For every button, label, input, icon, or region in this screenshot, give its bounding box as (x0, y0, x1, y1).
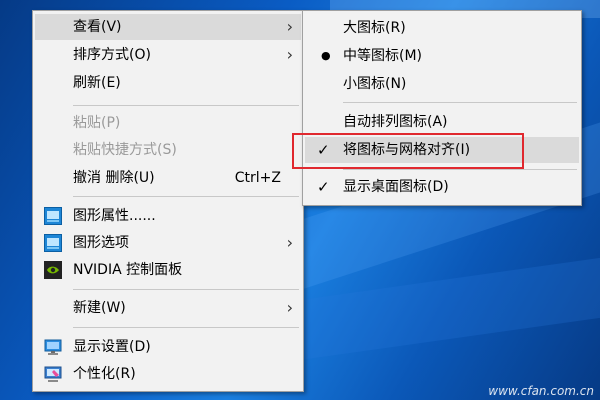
menu-separator (73, 289, 299, 290)
menu-item-paste-shortcut[interactable]: 粘贴快捷方式(S) (35, 137, 301, 163)
menu-item-label: 撤消 删除(U) (73, 170, 155, 186)
menu-item-label: 自动排列图标(A) (343, 114, 448, 130)
chevron-right-icon: › (286, 45, 293, 64)
bullet-icon: ● (321, 49, 331, 62)
menu-item-label: 小图标(N) (343, 76, 407, 92)
menu-item-label: 排序方式(O) (73, 47, 151, 63)
view-submenu: 大图标(R) ● 中等图标(M) 小图标(N) 自动排列图标(A) ✓ 将图标与… (302, 10, 582, 206)
menu-item-graphics-properties[interactable]: 图形属性...... (35, 203, 301, 229)
menu-item-nvidia-control-panel[interactable]: NVIDIA 控制面板 (35, 257, 301, 283)
watermark-text: www.cfan.com.cn (488, 384, 594, 398)
menu-item-display-settings[interactable]: 显示设置(D) (35, 334, 301, 360)
menu-item-label: 显示设置(D) (73, 339, 151, 355)
menu-item-label: 个性化(R) (73, 366, 136, 382)
menu-item-refresh[interactable]: 刷新(E) (35, 70, 301, 96)
menu-item-label: NVIDIA 控制面板 (73, 262, 183, 278)
submenu-item-large-icons[interactable]: 大图标(R) (305, 15, 579, 41)
display-settings-icon (44, 339, 62, 355)
menu-item-label: 粘贴快捷方式(S) (73, 142, 177, 158)
menu-item-label: 中等图标(M) (343, 48, 423, 64)
menu-item-label: 粘贴(P) (73, 115, 121, 131)
menu-separator (343, 169, 577, 170)
submenu-item-small-icons[interactable]: 小图标(N) (305, 71, 579, 97)
menu-item-label: 显示桌面图标(D) (343, 179, 449, 195)
menu-item-paste[interactable]: 粘贴(P) (35, 110, 301, 136)
menu-separator (73, 105, 299, 106)
chevron-right-icon: › (286, 298, 293, 317)
highlight-annotation-box (292, 133, 524, 169)
menu-item-label: 刷新(E) (73, 75, 121, 91)
intel-graphics-icon (44, 234, 62, 252)
menu-item-label: 查看(V) (73, 19, 122, 35)
chevron-right-icon: › (286, 17, 293, 36)
chevron-right-icon: › (286, 233, 293, 252)
submenu-item-medium-icons[interactable]: ● 中等图标(M) (305, 43, 579, 69)
submenu-item-auto-arrange[interactable]: 自动排列图标(A) (305, 109, 579, 135)
menu-item-label: 大图标(R) (343, 20, 406, 36)
menu-separator (73, 196, 299, 197)
menu-item-sort-by[interactable]: 排序方式(O) › (35, 42, 301, 68)
submenu-item-show-desktop-icons[interactable]: ✓ 显示桌面图标(D) (305, 174, 579, 200)
personalize-icon (44, 366, 62, 382)
menu-separator (73, 327, 299, 328)
menu-item-graphics-options[interactable]: 图形选项 › (35, 230, 301, 256)
menu-item-label: 图形选项 (73, 235, 129, 251)
nvidia-icon (44, 261, 62, 279)
intel-graphics-icon (44, 207, 62, 225)
menu-item-label: 新建(W) (73, 300, 126, 316)
menu-item-label: 图形属性...... (73, 208, 156, 224)
menu-item-view[interactable]: 查看(V) › (35, 14, 301, 40)
menu-item-new[interactable]: 新建(W) › (35, 295, 301, 321)
menu-item-undo-delete[interactable]: 撤消 删除(U) Ctrl+Z (35, 165, 301, 191)
menu-item-personalize[interactable]: 个性化(R) (35, 361, 301, 387)
desktop-context-menu: 查看(V) › 排序方式(O) › 刷新(E) 粘贴(P) 粘贴快捷方式(S) … (32, 10, 304, 392)
menu-item-shortcut: Ctrl+Z (234, 170, 281, 186)
check-icon: ✓ (317, 178, 330, 196)
menu-separator (343, 102, 577, 103)
